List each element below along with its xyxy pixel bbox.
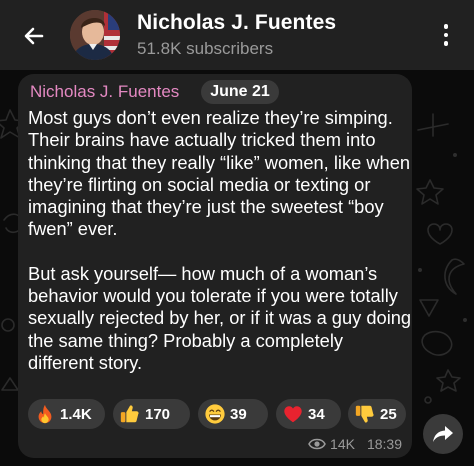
avatar-image [70,10,120,60]
thumbs-down-icon [355,405,374,423]
reaction-thumbs-down[interactable]: 25 [348,399,406,429]
message-text: Most guys don’t even realize they’re sim… [28,107,412,374]
fire-icon [38,404,52,424]
share-arrow-icon [433,426,453,442]
message-meta: 14K 18:39 [308,436,402,452]
reaction-count: 1.4K [60,405,92,423]
message-paragraph: But ask yourself— how much of a woman’s … [28,262,412,373]
reaction-grinning[interactable]: 39 [198,399,268,429]
heart-icon [284,406,302,423]
channel-screen: Nicholas J. Fuentes 51.8K subscribers Ni… [0,0,474,466]
share-button[interactable] [423,414,463,454]
channel-header: Nicholas J. Fuentes 51.8K subscribers [0,0,474,70]
view-count: 14K [330,436,355,452]
message-time: 18:39 [366,436,402,452]
subscriber-count: 51.8K subscribers [137,39,274,58]
date-chip: June 21 [201,80,279,104]
reaction-thumbs-up[interactable]: 170 [113,399,190,429]
reaction-count: 34 [308,405,325,423]
grinning-face-icon [205,404,225,424]
channel-title[interactable]: Nicholas J. Fuentes [137,11,336,35]
reaction-count: 170 [145,405,171,423]
thumbs-up-icon [120,405,139,423]
message-author[interactable]: Nicholas J. Fuentes [30,82,179,102]
message-paragraph: Most guys don’t even realize they’re sim… [28,107,411,240]
reaction-heart[interactable]: 34 [276,399,341,429]
reactions-bar: 1.4K 170 39 34 25 [28,399,408,429]
more-vertical-icon[interactable] [432,20,460,50]
message-bubble[interactable]: Nicholas J. Fuentes June 21 Most guys do… [18,74,412,458]
eye-icon [308,438,326,450]
channel-avatar[interactable] [70,10,120,60]
reaction-fire[interactable]: 1.4K [28,399,105,429]
reaction-count: 25 [380,405,397,423]
arrow-left-icon [24,27,44,45]
back-button[interactable] [18,20,50,52]
reaction-count: 39 [230,405,247,423]
